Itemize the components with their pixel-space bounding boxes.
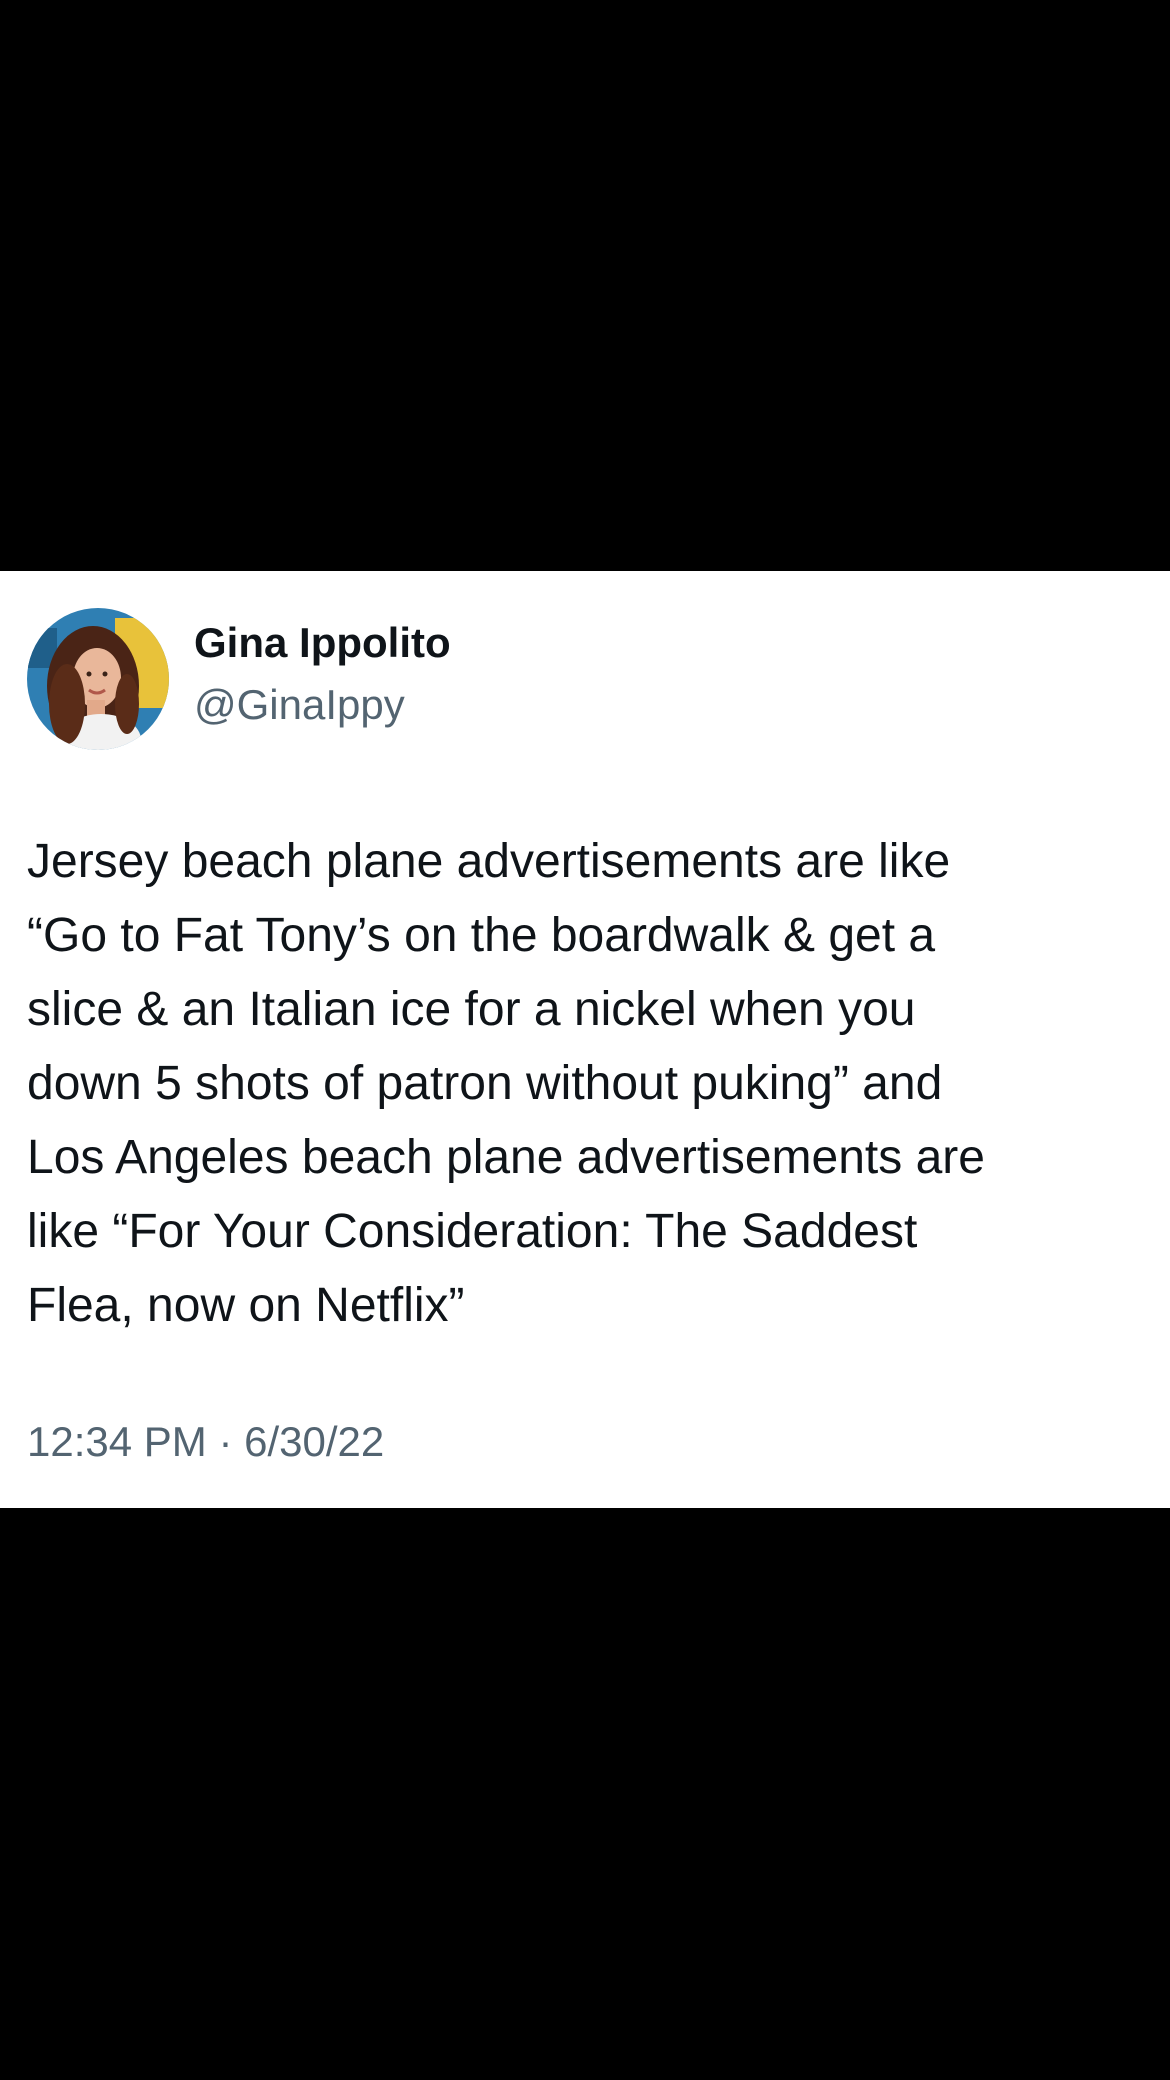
avatar-image — [27, 608, 169, 750]
tweet-text-line: “Go to Fat Tony’s on the boardwalk & get… — [27, 909, 936, 962]
avatar[interactable] — [27, 608, 169, 750]
tweet-text-line: down 5 shots of patron without puking” a… — [27, 1057, 943, 1110]
author-handle[interactable]: @GinaIppy — [194, 684, 405, 726]
letterbox-top — [0, 0, 1170, 571]
tweet-text: Jersey beach plane advertisements are li… — [27, 825, 1147, 1343]
tweet-text-line: Flea, now on Netflix” — [27, 1279, 465, 1332]
tweet-time: 12:34 PM — [27, 1418, 207, 1465]
author-name[interactable]: Gina Ippolito — [194, 622, 451, 664]
tweet-text-line: slice & an Italian ice for a nickel when… — [27, 983, 916, 1036]
tweet-text-line: Jersey beach plane advertisements are li… — [27, 835, 951, 888]
tweet-timestamp[interactable]: 12:34 PM · 6/30/22 — [27, 1421, 384, 1463]
letterbox-bottom — [0, 1508, 1170, 2080]
tweet-text-line: Los Angeles beach plane advertisements a… — [27, 1131, 985, 1184]
meta-separator: · — [218, 1418, 233, 1465]
tweet-card[interactable]: Gina Ippolito @GinaIppy Jersey beach pla… — [0, 571, 1170, 1508]
tweet-date: 6/30/22 — [244, 1418, 385, 1465]
tweet-text-line: like “For Your Consideration: The Saddes… — [27, 1205, 918, 1258]
